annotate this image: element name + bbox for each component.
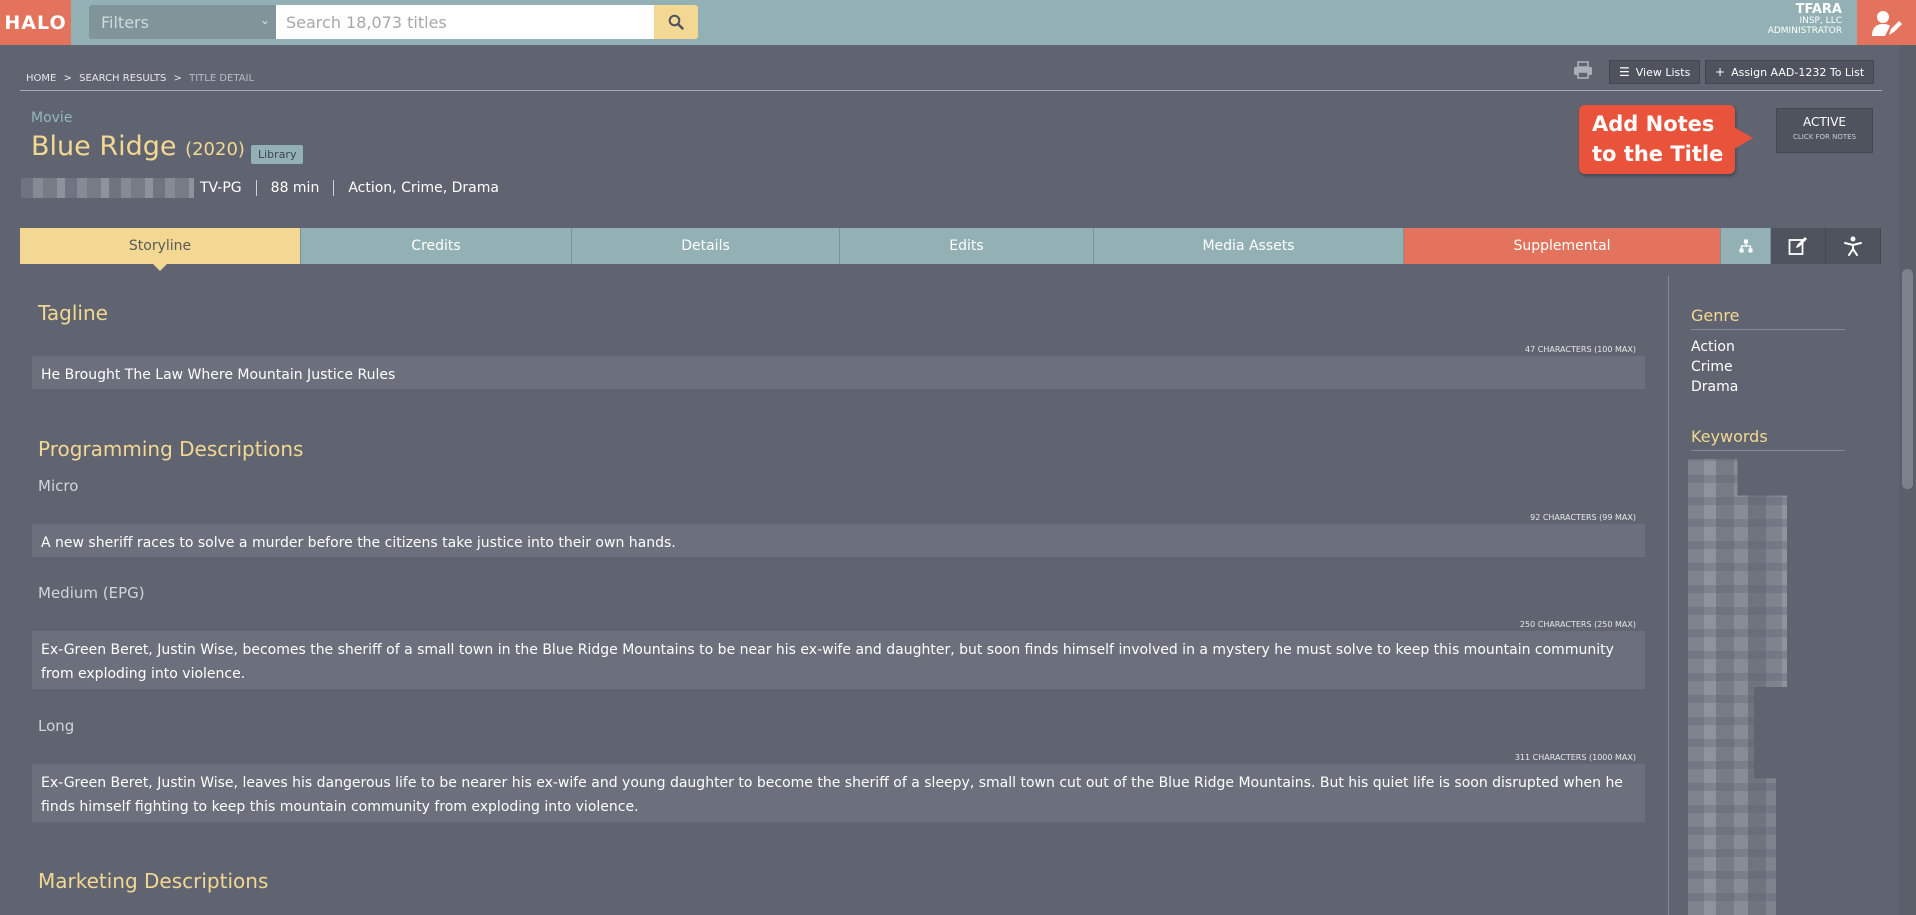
- tab-credits[interactable]: Credits: [301, 228, 572, 264]
- scrollbar[interactable]: [1899, 45, 1916, 915]
- tab-label: Details: [681, 238, 730, 254]
- assign-to-list-label: Assign AAD-1232 To List: [1731, 65, 1865, 79]
- top-bar: HALO Filters ⌄ TFARA INSP, LLC ADMINISTR…: [0, 0, 1916, 45]
- tab-bar: Storyline Credits Details Edits Media As…: [20, 228, 1881, 271]
- user-company: INSP, LLC: [1799, 16, 1842, 26]
- page-title: Blue Ridge (2020): [31, 131, 245, 162]
- medium-description-field[interactable]: Ex-Green Beret, Justin Wise, becomes the…: [32, 631, 1645, 689]
- scrollbar-thumb[interactable]: [1902, 269, 1913, 489]
- callout-line-2: to the Title: [1592, 142, 1724, 166]
- search-icon: [668, 14, 684, 30]
- status-label: ACTIVE: [1802, 115, 1847, 129]
- status-sublabel: CLICK FOR NOTES: [1792, 133, 1857, 141]
- view-lists-label: View Lists: [1635, 65, 1691, 79]
- plus-icon: +: [1715, 65, 1726, 79]
- callout-line-1: Add Notes: [1592, 112, 1715, 136]
- title-type: Movie: [31, 110, 73, 126]
- tagline-heading: Tagline: [38, 301, 108, 325]
- search-button[interactable]: [654, 5, 698, 39]
- accessibility-button[interactable]: [1826, 228, 1881, 264]
- user-name: TFARA: [1795, 2, 1842, 17]
- title-runtime: 88 min: [270, 180, 320, 196]
- tab-label: Credits: [411, 238, 461, 254]
- tab-supplemental[interactable]: Supplemental: [1404, 228, 1721, 264]
- breadcrumb-current: TITLE DETAIL: [189, 73, 255, 84]
- redacted-info: [21, 178, 194, 198]
- keywords-heading: Keywords: [1691, 427, 1845, 451]
- tab-label: Media Assets: [1202, 238, 1295, 254]
- user-menu-button[interactable]: [1857, 0, 1916, 45]
- redacted-keywords: [1688, 459, 1787, 915]
- title-meta: TV-PG 88 min Action, Crime, Drama: [21, 178, 499, 198]
- user-info: TFARA INSP, LLC ADMINISTRATOR: [1768, 3, 1842, 36]
- micro-char-count: 92 CHARACTERS (99 MAX): [1530, 513, 1636, 522]
- breadcrumb: HOME > SEARCH RESULTS > TITLE DETAIL: [26, 73, 258, 84]
- tab-details[interactable]: Details: [572, 228, 840, 264]
- list-icon: ☰: [1619, 65, 1630, 79]
- medium-epg-label: Medium (EPG): [38, 584, 145, 602]
- chevron-down-icon: ⌄: [259, 13, 270, 27]
- print-button[interactable]: [1573, 61, 1593, 83]
- filters-dropdown[interactable]: Filters ⌄: [89, 5, 276, 39]
- edit-icon: [1788, 237, 1807, 255]
- title-name: Blue Ridge: [31, 131, 177, 162]
- assign-to-list-button[interactable]: + Assign AAD-1232 To List: [1705, 60, 1875, 84]
- long-description-field[interactable]: Ex-Green Beret, Justin Wise, leaves his …: [32, 764, 1645, 822]
- long-char-count: 311 CHARACTERS (1000 MAX): [1514, 753, 1636, 762]
- user-role: ADMINISTRATOR: [1767, 26, 1842, 36]
- genre-item: Crime: [1691, 359, 1733, 375]
- divider: [255, 180, 257, 196]
- status-notes-button[interactable]: ACTIVE CLICK FOR NOTES: [1776, 108, 1873, 153]
- tab-hierarchy[interactable]: [1721, 228, 1771, 264]
- marketing-descriptions-heading: Marketing Descriptions: [38, 869, 269, 893]
- micro-description-field[interactable]: A new sheriff races to solve a murder be…: [32, 524, 1645, 557]
- genre-item: Drama: [1691, 379, 1739, 395]
- tab-label: Storyline: [128, 238, 192, 254]
- tab-label: Edits: [949, 238, 984, 254]
- title-year: (2020): [185, 139, 245, 160]
- tab-media-assets[interactable]: Media Assets: [1094, 228, 1404, 264]
- breadcrumb-home[interactable]: HOME: [26, 73, 56, 84]
- medium-char-count: 250 CHARACTERS (250 MAX): [1519, 620, 1636, 629]
- halo-logo[interactable]: HALO: [0, 0, 71, 45]
- title-rating: TV-PG: [200, 180, 242, 196]
- user-edit-icon: [1871, 10, 1902, 36]
- sidebar-divider: [1668, 276, 1669, 915]
- edit-title-button[interactable]: [1771, 228, 1826, 264]
- notes-callout: Add Notes to the Title: [1579, 105, 1753, 174]
- programming-descriptions-heading: Programming Descriptions: [38, 437, 304, 461]
- accessibility-icon: [1844, 236, 1862, 256]
- tab-storyline[interactable]: Storyline: [20, 228, 301, 271]
- tab-edits[interactable]: Edits: [840, 228, 1094, 264]
- print-icon: [1574, 61, 1592, 79]
- title-genres: Action, Crime, Drama: [348, 180, 499, 196]
- search-input[interactable]: [276, 5, 654, 39]
- micro-label: Micro: [38, 477, 79, 495]
- hierarchy-icon: [1739, 239, 1752, 253]
- tagline-field[interactable]: He Brought The Law Where Mountain Justic…: [32, 356, 1645, 389]
- breadcrumb-separator: >: [63, 73, 72, 84]
- divider: [20, 90, 1882, 91]
- tagline-char-count: 47 CHARACTERS (100 MAX): [1525, 345, 1636, 354]
- genre-heading: Genre: [1691, 306, 1845, 330]
- genre-item: Action: [1691, 339, 1735, 355]
- tab-label: Supplemental: [1513, 238, 1611, 254]
- breadcrumb-search-results[interactable]: SEARCH RESULTS: [79, 73, 166, 84]
- library-badge: Library: [251, 145, 304, 164]
- long-label: Long: [38, 717, 75, 735]
- breadcrumb-separator: >: [173, 73, 182, 84]
- filters-label: Filters: [101, 13, 149, 32]
- divider: [333, 180, 335, 196]
- view-lists-button[interactable]: ☰ View Lists: [1609, 60, 1701, 84]
